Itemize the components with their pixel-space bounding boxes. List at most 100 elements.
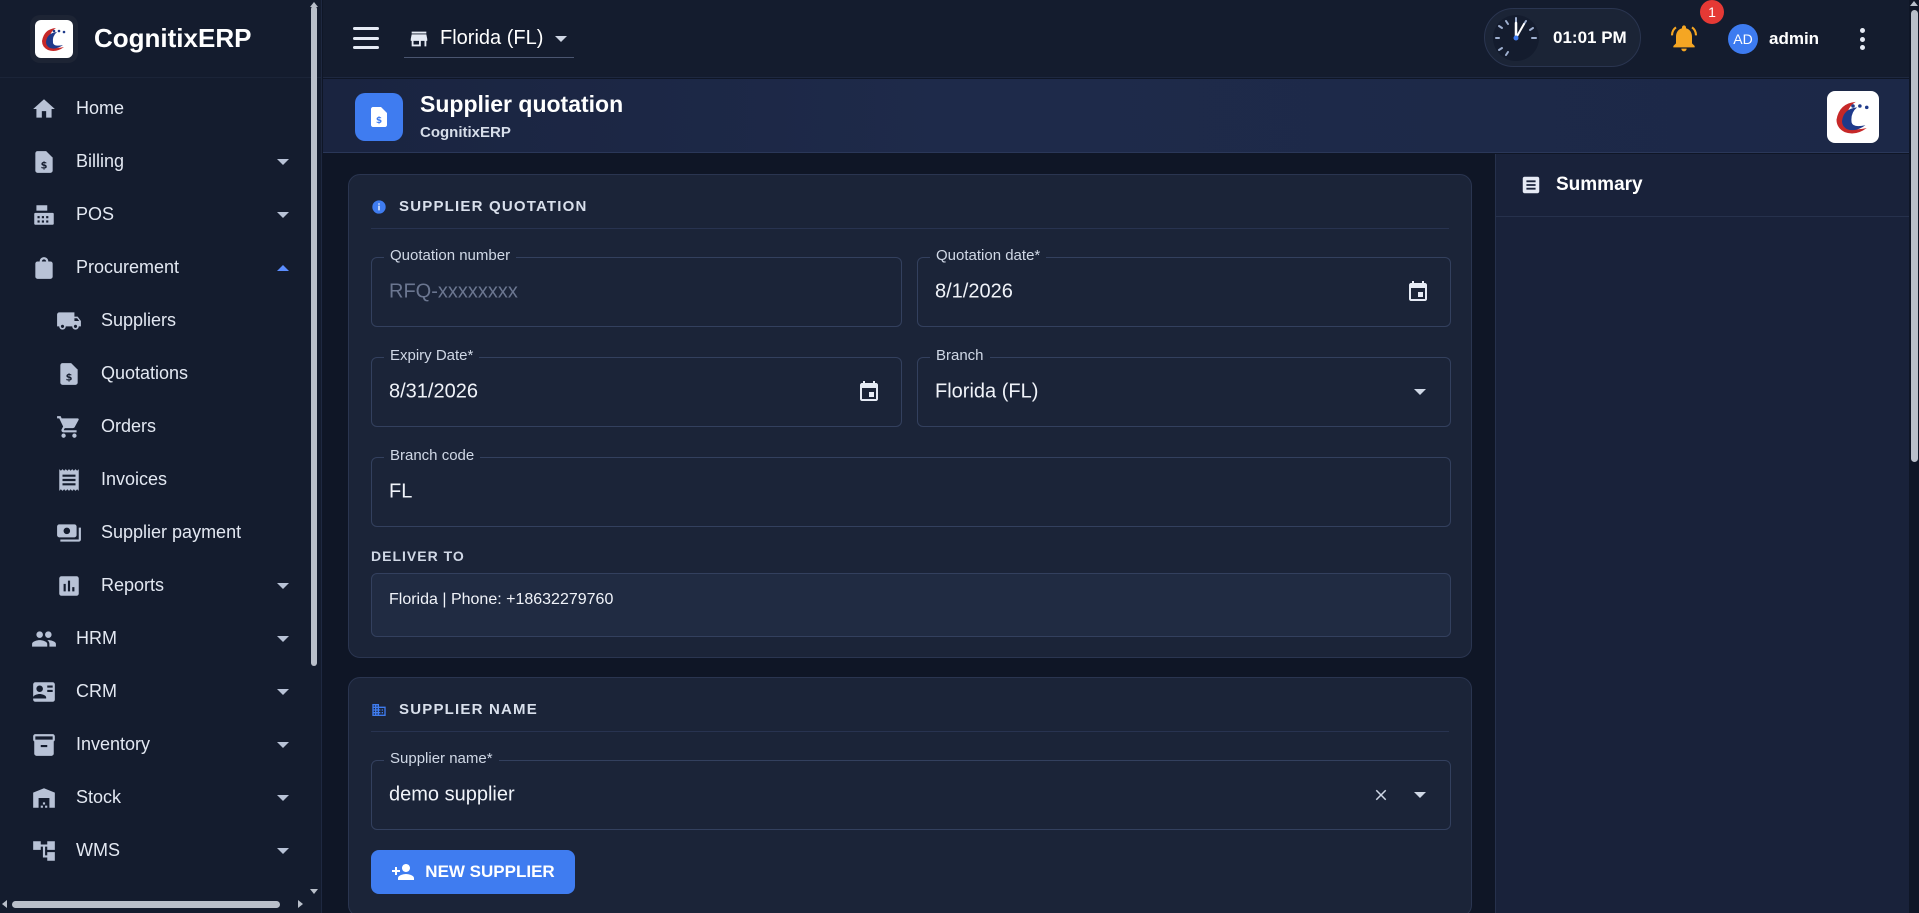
calendar-icon[interactable] xyxy=(857,380,881,404)
scroll-up-arrow[interactable] xyxy=(1910,1,1918,6)
sidebar-item-pos[interactable]: POS xyxy=(0,188,321,241)
hamburger-menu-icon[interactable] xyxy=(353,27,379,49)
close-icon[interactable] xyxy=(1372,786,1390,804)
field-placeholder: RFQ-xxxxxxxx xyxy=(389,280,518,303)
sidebar-item-label: Quotations xyxy=(101,363,189,383)
sidebar-item-invoices[interactable]: Invoices xyxy=(0,453,321,506)
field-label: Quotation number xyxy=(384,247,517,264)
store-icon xyxy=(410,31,428,46)
scroll-down-arrow[interactable] xyxy=(310,889,318,894)
more-vert-icon[interactable] xyxy=(1858,28,1866,50)
main-scrollbar-thumb[interactable] xyxy=(1911,10,1918,462)
billing-icon: $ xyxy=(30,148,58,176)
sidebar-item-label: POS xyxy=(76,204,115,224)
scroll-left-arrow[interactable] xyxy=(2,900,7,908)
summary-header: Summary xyxy=(1496,154,1909,217)
avatar: AD xyxy=(1728,24,1758,54)
summary-title: Summary xyxy=(1556,174,1643,195)
bell-icon[interactable] xyxy=(1668,22,1700,54)
sidebar-item-label: CRM xyxy=(76,681,117,701)
receipt-icon xyxy=(55,466,83,494)
chevron-down-icon[interactable] xyxy=(1414,792,1426,798)
quotation-number-field[interactable]: Quotation number RFQ-xxxxxxxx xyxy=(371,247,902,327)
summary-panel: Summary xyxy=(1495,154,1909,913)
sidebar-item-label: Invoices xyxy=(101,469,168,489)
clock-time: 01:01 PM xyxy=(1553,27,1627,47)
svg-text:$: $ xyxy=(376,116,382,126)
card-header: SUPPLIER QUOTATION xyxy=(371,197,1449,229)
supplier-name-card: SUPPLIER NAME Supplier name* demo suppli… xyxy=(348,677,1472,913)
field-label: Branch code xyxy=(384,447,481,464)
notification-badge: 1 xyxy=(1700,0,1724,24)
sidebar-item-label: Reports xyxy=(101,575,165,595)
svg-text:$: $ xyxy=(66,372,73,383)
sidebar-item-crm[interactable]: CRM xyxy=(0,665,321,718)
main-scrollbar[interactable] xyxy=(1909,0,1919,913)
deliver-to-label: DELIVER TO xyxy=(371,548,465,564)
deliver-to-field[interactable]: Florida | Phone: +18632279760 xyxy=(371,573,1451,637)
sidebar-item-billing[interactable]: $ Billing xyxy=(0,135,321,188)
new-supplier-button[interactable]: NEW SUPPLIER xyxy=(371,850,575,894)
expiry-date-field[interactable]: Expiry Date* 8/31/2026 xyxy=(371,347,902,427)
field-value: Florida (FL) xyxy=(935,380,1039,403)
sidebar-item-supplier-payment[interactable]: Supplier payment xyxy=(0,506,321,559)
sidebar-scrollbar[interactable] xyxy=(311,6,317,666)
section-title: SUPPLIER NAME xyxy=(399,701,538,718)
sidebar-item-procurement[interactable]: Procurement xyxy=(0,241,321,294)
field-value: FL xyxy=(389,480,413,503)
chevron-down-icon xyxy=(277,688,289,695)
branch-code-field[interactable]: Branch code FL xyxy=(371,447,1451,527)
field-label: Supplier name* xyxy=(384,750,499,767)
chevron-down-icon xyxy=(277,794,289,801)
user-menu[interactable]: AD admin xyxy=(1728,24,1819,54)
people-icon xyxy=(30,625,58,653)
sidebar-item-label: Stock xyxy=(76,787,122,807)
page-title: Supplier quotation xyxy=(420,91,624,117)
branch-selector[interactable]: Florida (FL) xyxy=(404,20,574,58)
field-label: Expiry Date* xyxy=(384,347,480,364)
business-icon xyxy=(372,703,386,716)
payment-icon xyxy=(55,519,83,547)
sidebar-item-inventory[interactable]: Inventory xyxy=(0,718,321,771)
chevron-down-icon[interactable] xyxy=(1414,389,1426,395)
page-subtitle: CognitixERP xyxy=(420,124,511,141)
calendar-icon[interactable] xyxy=(1406,280,1430,304)
hierarchy-icon xyxy=(30,837,58,865)
chevron-up-icon xyxy=(277,264,289,271)
sidebar-item-wms[interactable]: WMS xyxy=(0,824,321,877)
quotation-date-field[interactable]: Quotation date* 8/1/2026 xyxy=(917,247,1451,327)
section-title: SUPPLIER QUOTATION xyxy=(399,198,588,215)
chevron-down-icon xyxy=(277,635,289,642)
archive-icon xyxy=(30,731,58,759)
sidebar-horizontal-scrollbar[interactable] xyxy=(12,901,280,908)
sidebar-item-stock[interactable]: Stock xyxy=(0,771,321,824)
chevron-down-icon xyxy=(277,847,289,854)
sidebar-item-label: Supplier payment xyxy=(101,522,242,542)
info-icon xyxy=(372,199,386,214)
sidebar-item-label: HRM xyxy=(76,628,117,648)
svg-text:$: $ xyxy=(41,160,48,171)
sidebar-item-label: Suppliers xyxy=(101,310,177,330)
sidebar-item-label: Inventory xyxy=(76,734,151,754)
warehouse-icon xyxy=(30,784,58,812)
chevron-down-icon xyxy=(277,582,289,589)
sidebar-item-label: Billing xyxy=(76,151,125,171)
page-header: $ Supplier quotation CognitixERP xyxy=(323,79,1909,153)
supplier-name-field[interactable]: Supplier name* demo supplier xyxy=(371,750,1451,830)
supplier-quotation-card: SUPPLIER QUOTATION Quotation number RFQ-… xyxy=(348,174,1472,658)
field-value: 8/31/2026 xyxy=(389,380,478,403)
sidebar-item-suppliers[interactable]: Suppliers xyxy=(0,294,321,347)
sidebar-item-orders[interactable]: Orders xyxy=(0,400,321,453)
scroll-right-arrow[interactable] xyxy=(298,900,303,908)
sidebar-item-quotations[interactable]: $ Quotations xyxy=(0,347,321,400)
add-person-icon xyxy=(392,864,415,880)
chevron-down-icon xyxy=(277,158,289,165)
chevron-down-icon xyxy=(555,35,568,42)
brand[interactable]: CognitixERP xyxy=(0,0,321,78)
company-logo xyxy=(1827,91,1879,143)
sidebar-item-hrm[interactable]: HRM xyxy=(0,612,321,665)
branch-select-field[interactable]: Branch Florida (FL) xyxy=(917,347,1451,427)
sidebar-item-reports[interactable]: Reports xyxy=(0,559,321,612)
new-supplier-label: NEW SUPPLIER xyxy=(425,862,555,881)
sidebar-item-home[interactable]: Home xyxy=(0,82,321,135)
